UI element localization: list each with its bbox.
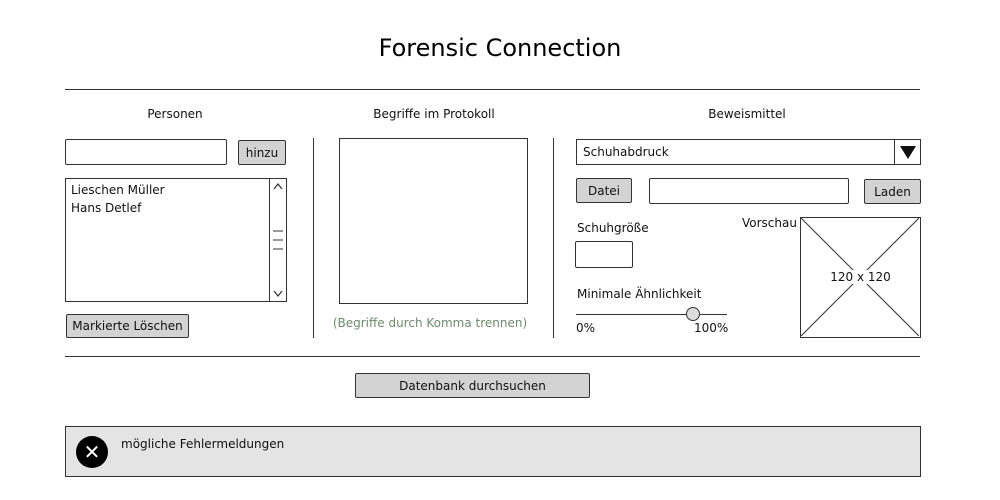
search-database-button[interactable]: Datenbank durchsuchen xyxy=(355,373,590,398)
similarity-label: Minimale Ähnlichkeit xyxy=(577,287,702,301)
preview-image-placeholder: 120 x 120 xyxy=(800,217,921,338)
slider-min-label: 0% xyxy=(576,321,596,335)
dropdown-button[interactable] xyxy=(894,140,920,164)
slider-max-label: 100% xyxy=(694,321,729,335)
add-person-button[interactable]: hinzu xyxy=(238,140,286,165)
slider-thumb[interactable] xyxy=(686,307,700,321)
person-list-item[interactable]: Hans Detlef xyxy=(66,199,268,217)
load-button[interactable]: Laden xyxy=(864,179,921,204)
top-divider xyxy=(65,89,920,90)
error-close-icon: ✕ xyxy=(76,436,108,468)
file-button[interactable]: Datei xyxy=(576,178,632,203)
delete-selected-button[interactable]: Markierte Löschen xyxy=(66,314,189,338)
triangle-down-icon xyxy=(899,146,916,159)
column-separator-right xyxy=(553,138,554,338)
file-path-input[interactable] xyxy=(649,178,849,204)
persons-list: Lieschen Müller Hans Detlef xyxy=(66,181,268,217)
bottom-divider xyxy=(65,356,920,357)
person-name-input[interactable] xyxy=(65,139,227,165)
evidence-type-select[interactable]: Schuhabdruck xyxy=(576,139,921,165)
preview-label: Vorschau xyxy=(742,216,797,230)
app-title: Forensic Connection xyxy=(378,34,622,62)
shoe-size-input[interactable] xyxy=(575,241,633,268)
person-list-item[interactable]: Lieschen Müller xyxy=(66,181,268,199)
error-message-box: ✕ mögliche Fehlermeldungen xyxy=(65,426,921,477)
column-separator-left xyxy=(313,138,314,338)
evidence-type-value: Schuhabdruck xyxy=(583,145,669,159)
terms-textarea[interactable] xyxy=(339,138,528,304)
persons-scrollbar[interactable] xyxy=(269,179,286,301)
slider-track xyxy=(576,314,727,315)
begriffe-heading: Begriffe im Protokoll xyxy=(373,107,495,121)
beweismittel-heading: Beweismittel xyxy=(708,107,786,121)
terms-hint: (Begriffe durch Komma trennen) xyxy=(332,316,528,330)
scrollbar-arrows-icon xyxy=(273,183,283,297)
shoe-size-label: Schuhgröße xyxy=(577,221,649,235)
preview-size-text: 120 x 120 xyxy=(828,270,893,284)
personen-heading: Personen xyxy=(147,107,203,121)
persons-listbox[interactable]: Lieschen Müller Hans Detlef xyxy=(65,178,287,302)
error-message-text: mögliche Fehlermeldungen xyxy=(121,437,285,451)
